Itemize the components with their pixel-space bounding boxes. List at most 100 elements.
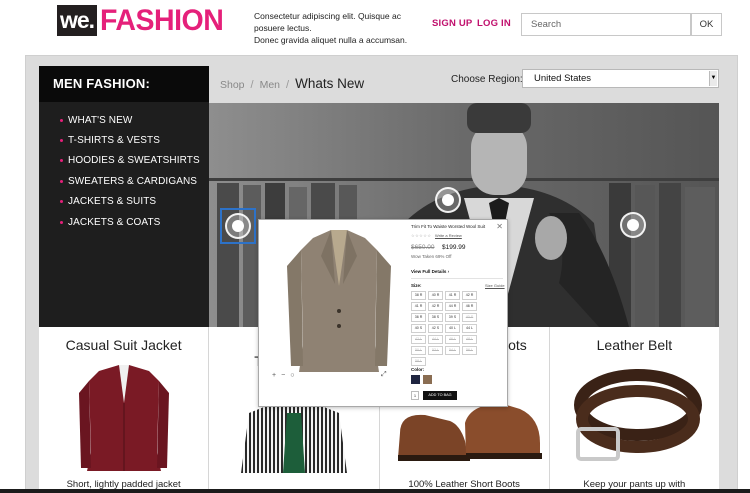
brand-logo[interactable]: we. FASHION <box>57 4 230 37</box>
breadcrumb-shop[interactable]: Shop <box>220 79 245 91</box>
size-option[interactable]: 58 L <box>411 357 426 366</box>
bullet-icon <box>60 179 63 183</box>
sidebar-title: MEN FASHION: <box>39 66 209 102</box>
breadcrumb-separator: / <box>286 79 290 91</box>
zoom-out-icon[interactable]: − <box>281 372 285 379</box>
size-option[interactable]: 40 R <box>428 291 443 300</box>
quickview-product-image <box>287 230 391 372</box>
sidebar-item-label: HOODIES & SWEATSHIRTS <box>68 155 200 167</box>
tagline-line-2: Donec gravida aliquet nulla a accumsan. <box>254 35 408 45</box>
color-swatch-navy[interactable] <box>411 375 420 384</box>
size-option[interactable]: 42 S <box>428 324 443 333</box>
size-option[interactable]: 42 R <box>428 302 443 311</box>
quickview-product-name: Trim Fit To Waiste Worsted Wool Suit <box>411 224 486 229</box>
sidebar-item-jackets-suits[interactable]: JACKETS & SUITS <box>39 192 209 212</box>
size-grid: 38 R 40 R 41 R 42 R 41 R 42 R 44 R 46 R 36 R 38 S… <box>411 291 481 366</box>
logo-we: we. <box>57 5 98 36</box>
hotspot-marker[interactable] <box>620 212 646 238</box>
divider <box>411 278 503 279</box>
product-card[interactable]: Leather Belt Keep your pants up with <box>550 327 719 493</box>
hotspot-marker[interactable] <box>225 213 251 239</box>
sidebar-item-label: SWEATERS & CARDIGANS <box>68 175 198 187</box>
bullet-icon <box>60 139 63 143</box>
breadcrumb: Shop / Men / Whats New <box>220 76 364 91</box>
size-option[interactable]: 41 R <box>445 291 460 300</box>
size-option[interactable]: 44 R <box>445 302 460 311</box>
color-swatch-brown[interactable] <box>423 375 432 384</box>
size-option[interactable]: 42 R <box>462 291 477 300</box>
write-review-link[interactable]: Write a Review <box>435 233 462 238</box>
size-option[interactable]: 46 R <box>462 302 477 311</box>
close-icon[interactable]: ✕ <box>496 222 503 231</box>
breadcrumb-separator: / <box>250 79 254 91</box>
quickview-popup: ✕ + − ○ ⤢ Trim Fit To Waiste Worsted Woo… <box>258 219 508 407</box>
quantity-field[interactable]: 1 <box>411 391 419 400</box>
size-option[interactable]: 38 R <box>411 291 426 300</box>
logo-fashion: FASHION <box>100 3 224 37</box>
view-details-link[interactable]: View Full Details › <box>411 269 449 274</box>
zoom-reset-icon[interactable]: ○ <box>290 372 294 379</box>
rating-stars-icon: ☆☆☆☆☆ <box>411 233 432 238</box>
header-tagline: Consectetur adipiscing elit. Quisque ac … <box>254 10 432 46</box>
size-option[interactable]: 42 L <box>411 335 426 344</box>
size-guide-link[interactable]: Size Guide <box>485 283 505 288</box>
size-option[interactable]: 44 L <box>462 324 477 333</box>
zoom-in-icon[interactable]: + <box>272 372 276 379</box>
region-selected-value: United States <box>534 73 592 84</box>
original-price: $650.00 <box>411 244 435 251</box>
login-link[interactable]: LOG IN <box>477 18 511 29</box>
sidebar-item-whats-new[interactable]: WHAT'S NEW <box>39 110 209 130</box>
hotspot-marker-active[interactable] <box>220 208 256 244</box>
category-sidebar: MEN FASHION: WHAT'S NEW T-SHIRTS & VESTS… <box>39 66 209 327</box>
sidebar-item-tshirts-vests[interactable]: T-SHIRTS & VESTS <box>39 130 209 150</box>
size-option[interactable]: 52 L <box>428 346 443 355</box>
search-ok-button[interactable]: OK <box>691 13 722 36</box>
breadcrumb-men[interactable]: Men <box>260 79 280 91</box>
add-to-bag-button[interactable]: ADD TO BAG <box>423 391 457 400</box>
hotspot-marker[interactable] <box>435 187 461 213</box>
size-option[interactable]: 40 S <box>411 324 426 333</box>
sidebar-item-label: JACKETS & COATS <box>68 216 161 228</box>
chevron-down-icon: ▼ <box>709 71 717 86</box>
region-select[interactable]: United States ▼ <box>522 69 719 88</box>
size-option[interactable]: 50 L <box>411 346 426 355</box>
sidebar-item-label: T-SHIRTS & VESTS <box>68 135 160 147</box>
search-input[interactable] <box>521 13 691 36</box>
size-option[interactable]: 39 S <box>445 313 460 322</box>
size-option[interactable]: 40 S <box>462 313 477 322</box>
size-option[interactable]: 44 L <box>428 335 443 344</box>
zoom-controls: + − ○ <box>272 372 294 379</box>
size-option[interactable]: 40 L <box>445 324 460 333</box>
sidebar-item-jackets-coats[interactable]: JACKETS & COATS <box>39 212 209 232</box>
size-option[interactable]: 56 L <box>462 346 477 355</box>
tagline-line-1: Consectetur adipiscing elit. Quisque ac … <box>254 11 401 33</box>
product-image-belt <box>573 369 702 461</box>
bullet-icon <box>60 200 63 204</box>
product-title: Casual Suit Jacket <box>65 337 182 353</box>
signup-link[interactable]: SIGN UP <box>432 18 472 29</box>
region-label: Choose Region: <box>451 74 523 85</box>
size-option[interactable]: 46 L <box>445 335 460 344</box>
sidebar-menu: WHAT'S NEW T-SHIRTS & VESTS HOODIES & SW… <box>39 102 209 232</box>
sidebar-item-hoodies[interactable]: HOODIES & SWEATSHIRTS <box>39 151 209 171</box>
size-option[interactable]: 41 R <box>411 302 426 311</box>
sidebar-item-label: WHAT'S NEW <box>68 114 133 126</box>
size-option[interactable]: 38 S <box>428 313 443 322</box>
product-image-jacket <box>79 365 169 471</box>
color-label: Color: <box>411 367 425 372</box>
breadcrumb-current: Whats New <box>295 76 365 91</box>
savings-text: Wow Taken 69% Off <box>411 254 452 259</box>
size-label: Size: <box>411 283 422 288</box>
size-option[interactable]: 54 L <box>445 346 460 355</box>
bullet-icon <box>60 220 63 224</box>
sidebar-item-label: JACKETS & SUITS <box>68 196 157 208</box>
expand-icon[interactable]: ⤢ <box>381 371 387 379</box>
bullet-icon <box>60 159 63 163</box>
bullet-icon <box>60 118 63 122</box>
sidebar-item-sweaters[interactable]: SWEATERS & CARDIGANS <box>39 171 209 191</box>
size-option[interactable]: 36 R <box>411 313 426 322</box>
sale-price: $199.99 <box>442 244 466 251</box>
product-title: Leather Belt <box>596 337 673 353</box>
size-option[interactable]: 48 L <box>462 335 477 344</box>
product-card[interactable]: Casual Suit Jacket Short, lightly padded… <box>39 327 210 493</box>
